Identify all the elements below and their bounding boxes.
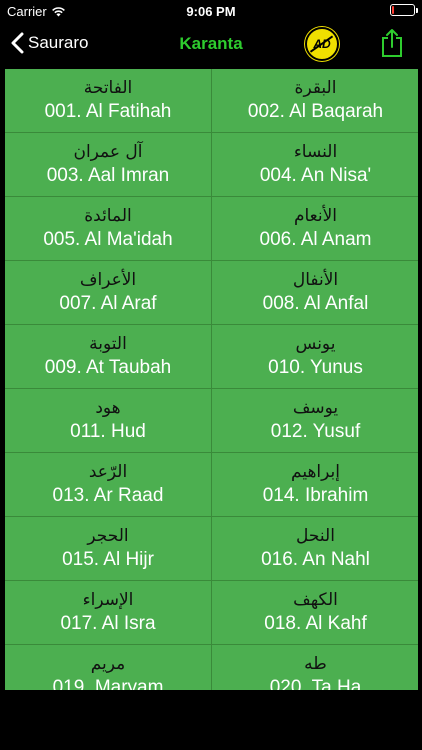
surah-cell[interactable]: الأعراف 007. Al Araf: [5, 261, 211, 324]
surah-name: 010. Yunus: [268, 356, 363, 378]
chevron-left-icon: [11, 32, 24, 54]
status-time: 9:06 PM: [186, 4, 236, 19]
surah-arabic-name: يوسف: [292, 397, 339, 418]
surah-arabic-name: آل عمران: [73, 141, 143, 162]
surah-arabic-name: التوبة: [89, 333, 127, 354]
surah-name: 001. Al Fatihah: [44, 100, 172, 122]
surah-name: 009. At Taubah: [44, 356, 172, 378]
surah-name: 011. Hud: [70, 420, 146, 442]
surah-cell[interactable]: النحل 016. An Nahl: [212, 517, 418, 580]
ad-banner-area: [0, 690, 422, 750]
surah-cell[interactable]: النساء 004. An Nisa': [212, 133, 418, 196]
surah-name: 012. Yusuf: [270, 420, 361, 442]
surah-cell[interactable]: التوبة 009. At Taubah: [5, 325, 211, 388]
surah-arabic-name: الرّعد: [88, 461, 128, 482]
surah-arabic-name: النحل: [296, 525, 335, 546]
surah-arabic-name: هود: [95, 397, 121, 418]
surah-grid: الفاتحة 001. Al Fatihah البقرة 002. Al Baqa…: [5, 69, 418, 690]
surah-name: 005. Al Ma'idah: [43, 228, 173, 250]
surah-arabic-name: الأنفال: [292, 269, 339, 290]
surah-cell[interactable]: إبراهيم 014. Ibrahim: [212, 453, 418, 516]
surah-cell[interactable]: الكهف 018. Al Kahf: [212, 581, 418, 644]
surah-arabic-name: مريم: [90, 653, 126, 674]
surah-cell[interactable]: المائدة 005. Al Ma'idah: [5, 197, 211, 260]
surah-arabic-name: الفاتحة: [83, 77, 133, 98]
surah-name: 018. Al Kahf: [264, 612, 367, 634]
surah-name: 015. Al Hijr: [62, 548, 154, 570]
surah-arabic-name: الأنعام: [293, 205, 338, 226]
no-ads-icon: AD: [313, 37, 331, 51]
back-label: Sauraro: [28, 33, 89, 52]
status-right: [390, 4, 418, 16]
surah-name: 008. Al Anfal: [262, 292, 369, 314]
surah-arabic-name: المائدة: [84, 205, 132, 226]
battery-icon: [390, 4, 418, 16]
surah-cell[interactable]: آل عمران 003. Aal Imran: [5, 133, 211, 196]
surah-arabic-name: إبراهيم: [291, 461, 340, 482]
surah-name: 013. Ar Raad: [52, 484, 164, 506]
surah-arabic-name: الإسراء: [82, 589, 134, 610]
surah-arabic-name: الكهف: [293, 589, 338, 610]
surah-arabic-name: الأعراف: [79, 269, 137, 290]
surah-cell[interactable]: الإسراء 017. Al Isra: [5, 581, 211, 644]
surah-cell[interactable]: الأنفال 008. Al Anfal: [212, 261, 418, 324]
status-bar: Carrier 9:06 PM: [0, 0, 422, 22]
surah-arabic-name: طه: [304, 653, 327, 674]
surah-cell[interactable]: الفاتحة 001. Al Fatihah: [5, 69, 211, 132]
share-icon[interactable]: [380, 28, 404, 58]
surah-arabic-name: البقرة: [294, 77, 337, 98]
surah-cell[interactable]: هود 011. Hud: [5, 389, 211, 452]
surah-arabic-name: النساء: [293, 141, 338, 162]
navigation-bar: Sauraro Karanta AD: [0, 22, 422, 66]
surah-name: 017. Al Isra: [60, 612, 156, 634]
surah-arabic-name: يونس: [295, 333, 336, 354]
surah-name: 003. Aal Imran: [46, 164, 170, 186]
surah-name: 020. Ta Ha: [269, 676, 362, 691]
surah-cell[interactable]: يونس 010. Yunus: [212, 325, 418, 388]
surah-cell[interactable]: طه 020. Ta Ha: [212, 645, 418, 690]
remove-ads-button[interactable]: AD: [305, 27, 339, 61]
surah-name: 014. Ibrahim: [262, 484, 369, 506]
surah-name: 004. An Nisa': [259, 164, 372, 186]
surah-cell[interactable]: يوسف 012. Yusuf: [212, 389, 418, 452]
surah-arabic-name: الحجر: [87, 525, 129, 546]
surah-name: 016. An Nahl: [261, 548, 370, 570]
back-button[interactable]: Sauraro: [10, 32, 88, 54]
surah-cell[interactable]: الرّعد 013. Ar Raad: [5, 453, 211, 516]
surah-name: 002. Al Baqarah: [247, 100, 384, 122]
surah-list[interactable]: الفاتحة 001. Al Fatihah البقرة 002. Al Baqa…: [5, 69, 418, 690]
surah-cell[interactable]: مريم 019. Maryam: [5, 645, 211, 690]
surah-name: 019. Maryam: [52, 676, 164, 691]
surah-cell[interactable]: الأنعام 006. Al Anam: [212, 197, 418, 260]
surah-cell[interactable]: البقرة 002. Al Baqarah: [212, 69, 418, 132]
surah-name: 007. Al Araf: [59, 292, 157, 314]
surah-name: 006. Al Anam: [259, 228, 372, 250]
battery-level: [392, 6, 394, 14]
surah-cell[interactable]: الحجر 015. Al Hijr: [5, 517, 211, 580]
